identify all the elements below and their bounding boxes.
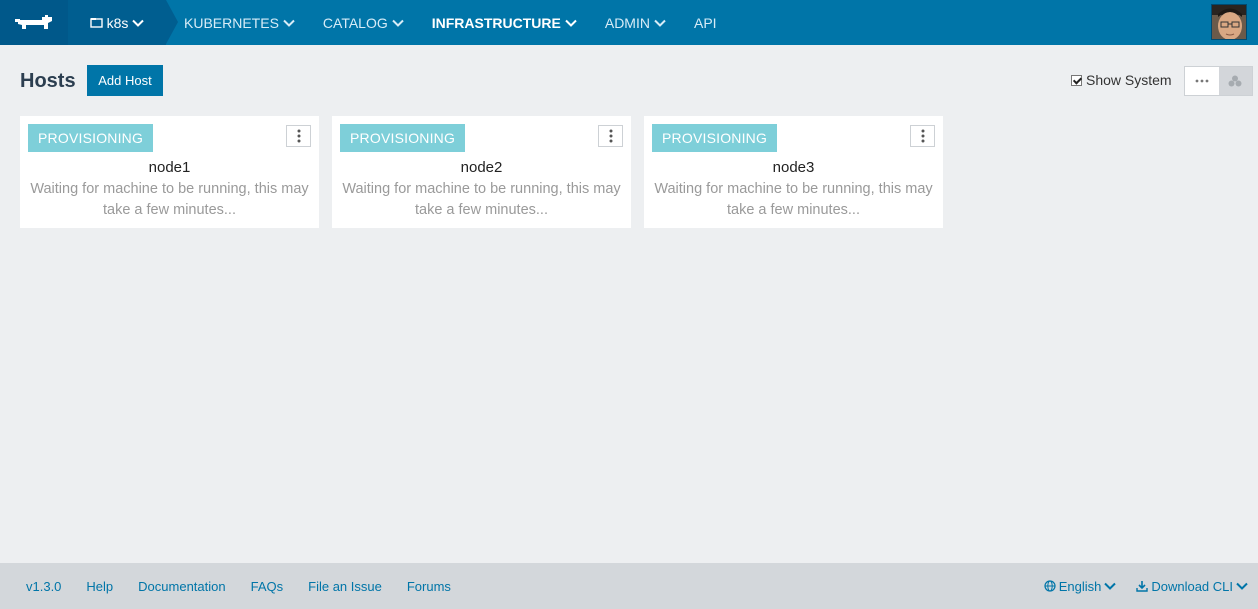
top-navbar: k8s KUBERNETES CATALOG INFRASTRUCTURE AD… <box>0 0 1258 45</box>
user-photo-icon <box>1212 5 1246 39</box>
grouped-view-button[interactable] <box>1218 67 1252 95</box>
nav-admin-label: ADMIN <box>604 14 650 31</box>
host-name[interactable]: node1 <box>20 159 319 176</box>
host-actions-button[interactable] <box>598 125 623 147</box>
chevron-down-icon <box>1236 582 1248 590</box>
nav-kubernetes-label: KUBERNETES <box>184 14 279 31</box>
nav-admin[interactable]: ADMIN <box>605 0 666 45</box>
footer-documentation-link[interactable]: Documentation <box>138 579 225 594</box>
state-badge: PROVISIONING <box>652 124 778 152</box>
footer-version-link[interactable]: v1.3.0 <box>26 579 61 594</box>
chevron-down-icon <box>392 19 404 27</box>
list-view-button[interactable] <box>1185 67 1219 95</box>
nav-api-label: API <box>693 14 717 31</box>
rancher-logo-icon <box>15 14 52 29</box>
host-actions-button[interactable] <box>910 125 935 147</box>
host-card: PROVISIONING node2 Waiting for machine t… <box>332 116 631 228</box>
host-status-message: Waiting for machine to be running, this … <box>30 181 309 218</box>
host-status-message: Waiting for machine to be running, this … <box>654 181 933 218</box>
nav-infrastructure[interactable]: INFRASTRUCTURE <box>432 0 577 45</box>
download-icon <box>1136 581 1149 592</box>
environment-switcher[interactable]: k8s <box>68 0 178 45</box>
download-cli-menu[interactable]: Download CLI <box>1136 579 1248 594</box>
host-actions-button[interactable] <box>286 125 311 147</box>
host-name[interactable]: node3 <box>644 159 943 176</box>
user-avatar[interactable] <box>1211 4 1247 40</box>
language-selector[interactable]: English <box>1044 579 1117 594</box>
rancher-logo[interactable] <box>0 0 68 45</box>
footer-help-link[interactable]: Help <box>86 579 113 594</box>
host-cards: PROVISIONING node1 Waiting for machine t… <box>20 116 943 228</box>
nav-infrastructure-label: INFRASTRUCTURE <box>431 14 561 31</box>
language-label: English <box>1058 578 1102 594</box>
vertical-ellipsis-icon <box>921 129 924 143</box>
footer-faqs-link[interactable]: FAQs <box>251 579 284 594</box>
page-title: Hosts <box>20 70 76 92</box>
globe-icon <box>1044 580 1056 592</box>
footer-forums-link[interactable]: Forums <box>407 579 451 594</box>
nav-catalog[interactable]: CATALOG <box>323 0 404 45</box>
vertical-ellipsis-icon <box>609 129 612 143</box>
nav-api[interactable]: API <box>694 0 717 45</box>
host-card: PROVISIONING node3 Waiting for machine t… <box>644 116 943 228</box>
chevron-down-icon <box>565 19 577 27</box>
show-system-toggle[interactable]: Show System <box>1071 72 1172 88</box>
vertical-ellipsis-icon <box>297 129 300 143</box>
chevron-down-icon <box>1104 582 1117 590</box>
chevron-down-icon <box>654 19 666 27</box>
nav-catalog-label: CATALOG <box>322 14 388 31</box>
environment-name: k8s <box>106 14 129 31</box>
download-cli-label: Download CLI <box>1151 578 1233 594</box>
host-status-message: Waiting for machine to be running, this … <box>342 181 621 218</box>
state-badge: PROVISIONING <box>340 124 466 152</box>
folder-icon <box>89 18 103 28</box>
add-host-button[interactable]: Add Host <box>87 65 163 96</box>
view-mode-toggle <box>1184 66 1253 96</box>
host-name[interactable]: node2 <box>332 159 631 176</box>
ellipsis-icon <box>1195 79 1209 83</box>
cubes-icon <box>1228 75 1242 87</box>
chevron-down-icon <box>283 19 295 27</box>
show-system-label: Show System <box>1086 72 1172 88</box>
footer-file-issue-link[interactable]: File an Issue <box>308 579 382 594</box>
state-badge: PROVISIONING <box>28 124 154 152</box>
chevron-down-icon <box>132 19 145 27</box>
nav-kubernetes[interactable]: KUBERNETES <box>184 0 295 45</box>
host-card: PROVISIONING node1 Waiting for machine t… <box>20 116 319 228</box>
footer: v1.3.0 Help Documentation FAQs File an I… <box>0 563 1258 609</box>
show-system-checkbox[interactable] <box>1071 74 1082 86</box>
